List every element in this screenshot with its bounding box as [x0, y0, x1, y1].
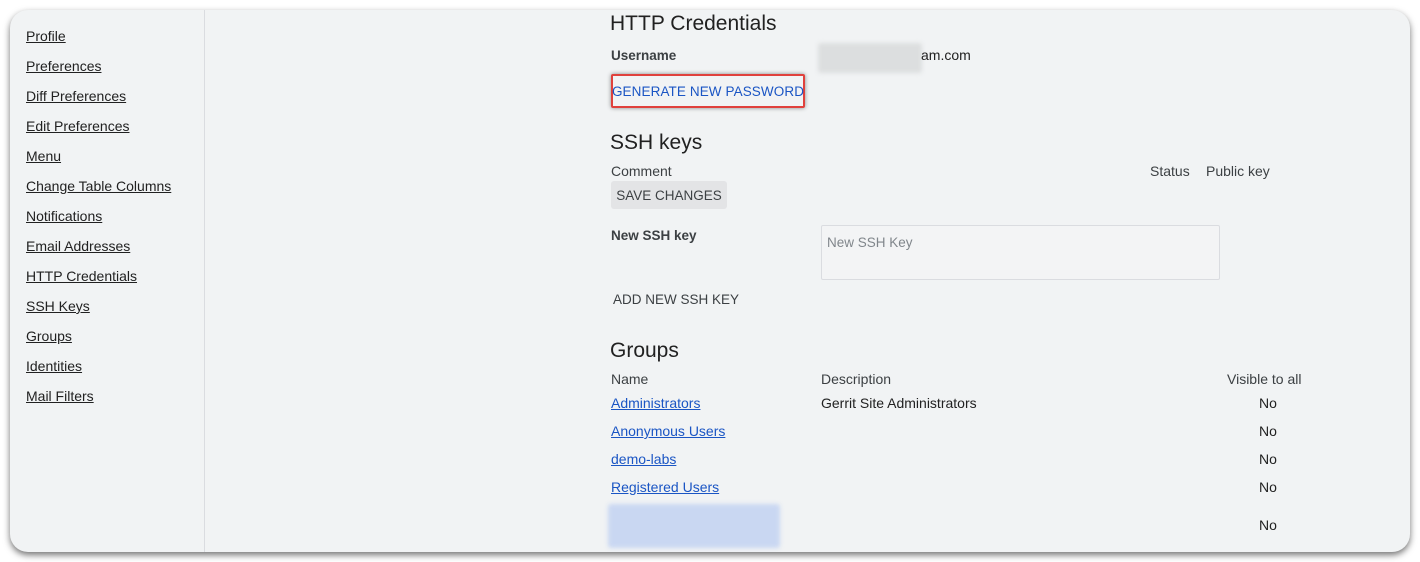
- new-ssh-key-label: New SSH key: [611, 228, 697, 243]
- sidebar-item-notifications[interactable]: Notifications: [26, 208, 102, 224]
- sidebar-item-identities[interactable]: Identities: [26, 358, 82, 374]
- group-link-demo-labs[interactable]: demo-labs: [611, 451, 676, 467]
- sidebar-item-preferences[interactable]: Preferences: [26, 58, 101, 74]
- group-visible-value: No: [1259, 451, 1277, 467]
- new-ssh-key-input[interactable]: [821, 225, 1220, 280]
- sidebar-item-http-credentials[interactable]: HTTP Credentials: [26, 268, 137, 284]
- app-window: Profile Preferences Diff Preferences Edi…: [10, 10, 1410, 552]
- group-link-registered-users[interactable]: Registered Users: [611, 479, 719, 495]
- settings-sidebar: Profile Preferences Diff Preferences Edi…: [10, 10, 205, 552]
- group-link-anonymous-users[interactable]: Anonymous Users: [611, 423, 725, 439]
- save-changes-button[interactable]: SAVE CHANGES: [611, 181, 727, 209]
- sidebar-item-profile[interactable]: Profile: [26, 28, 66, 44]
- sidebar-item-email-addresses[interactable]: Email Addresses: [26, 238, 130, 254]
- redacted-username: [818, 43, 922, 73]
- sidebar-item-menu[interactable]: Menu: [26, 148, 61, 164]
- group-visible-value: No: [1259, 395, 1277, 411]
- groups-column-name: Name: [611, 371, 649, 387]
- redacted-group-name: [608, 504, 780, 548]
- ssh-column-comment: Comment: [611, 163, 672, 179]
- generate-new-password-button[interactable]: GENERATE NEW PASSWORD: [611, 74, 805, 108]
- groups-title: Groups: [610, 339, 679, 362]
- ssh-column-status: Status: [1150, 163, 1190, 179]
- username-value: am.com: [921, 47, 971, 63]
- username-label: Username: [611, 48, 677, 63]
- sidebar-item-edit-preferences[interactable]: Edit Preferences: [26, 118, 130, 134]
- add-new-ssh-key-button[interactable]: ADD NEW SSH KEY: [611, 287, 741, 311]
- sidebar-item-groups[interactable]: Groups: [26, 328, 72, 344]
- groups-column-visible: Visible to all: [1227, 371, 1302, 387]
- group-visible-value: No: [1259, 479, 1277, 495]
- ssh-column-public-key: Public key: [1206, 163, 1270, 179]
- group-link-administrators[interactable]: Administrators: [611, 395, 700, 411]
- group-description: Gerrit Site Administrators: [821, 395, 977, 411]
- sidebar-item-change-table-columns[interactable]: Change Table Columns: [26, 178, 171, 194]
- sidebar-item-mail-filters[interactable]: Mail Filters: [26, 388, 94, 404]
- sidebar-item-ssh-keys[interactable]: SSH Keys: [26, 298, 90, 314]
- groups-column-description: Description: [821, 371, 892, 387]
- ssh-keys-title: SSH keys: [610, 131, 703, 154]
- group-visible-value: No: [1259, 423, 1277, 439]
- group-visible-value: No: [1259, 517, 1277, 533]
- sidebar-item-diff-preferences[interactable]: Diff Preferences: [26, 88, 126, 104]
- http-credentials-title: HTTP Credentials: [610, 12, 777, 35]
